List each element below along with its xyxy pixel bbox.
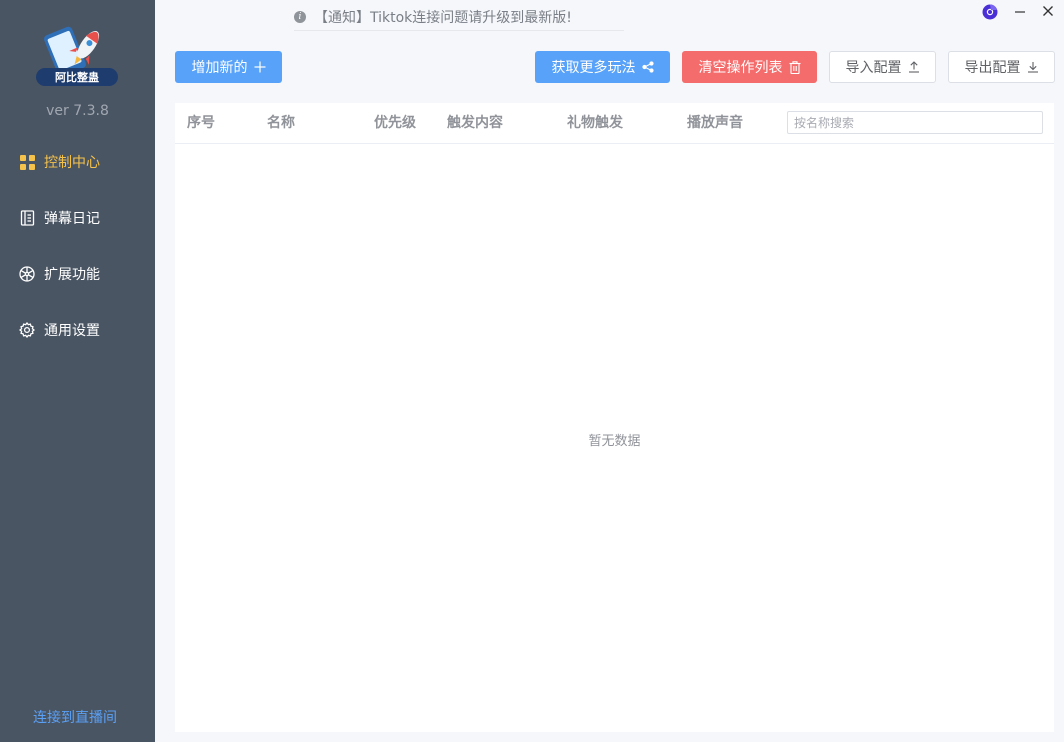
close-button[interactable]	[1040, 2, 1056, 20]
sidebar-item-danmaku-log[interactable]: 弹幕日记	[0, 198, 155, 238]
sidebar-item-label: 弹幕日记	[44, 211, 100, 227]
sidebar-item-label: 扩展功能	[44, 267, 100, 283]
connect-live-room-link[interactable]: 连接到直播间	[0, 707, 150, 727]
column-header-priority: 优先级	[374, 115, 416, 131]
sidebar: 阿比整蛊 ver 7.3.8 控制中心 弹幕日记 扩展功能 通用设置 连接到直播…	[0, 0, 155, 742]
import-config-button[interactable]: 导入配置	[829, 51, 936, 83]
export-config-label: 导出配置	[964, 60, 1021, 76]
table-header: 序号 名称 优先级 触发内容 礼物触发 播放声音	[175, 103, 1054, 144]
empty-state-text: 暂无数据	[588, 434, 641, 449]
trash-icon	[789, 60, 801, 74]
share-icon	[641, 61, 654, 73]
version-label: ver 7.3.8	[46, 103, 109, 119]
get-more-label: 获取更多玩法	[551, 60, 636, 76]
column-header-index: 序号	[187, 115, 215, 131]
notebook-icon	[19, 210, 35, 226]
config-table: 序号 名称 优先级 触发内容 礼物触发 播放声音 暂无数据	[175, 103, 1054, 732]
import-config-label: 导入配置	[845, 60, 902, 76]
column-header-play-sound: 播放声音	[687, 115, 743, 131]
notice-bar: i 【通知】Tiktok连接问题请升级到最新版!	[294, 3, 624, 31]
gear-icon	[19, 322, 35, 338]
download-icon	[1027, 61, 1039, 73]
sidebar-item-extensions[interactable]: 扩展功能	[0, 254, 155, 294]
column-header-trigger-content: 触发内容	[447, 115, 503, 131]
info-icon: i	[294, 10, 306, 23]
add-new-label: 增加新的	[191, 60, 248, 76]
wheel-icon	[19, 266, 35, 282]
clear-list-button[interactable]: 清空操作列表	[682, 51, 817, 83]
app-logo: 阿比整蛊	[34, 20, 120, 92]
search-input[interactable]	[787, 111, 1043, 134]
add-new-button[interactable]: 增加新的	[175, 51, 282, 83]
svg-text:阿比整蛊: 阿比整蛊	[55, 70, 99, 84]
sidebar-item-general-settings[interactable]: 通用设置	[0, 310, 155, 350]
notice-text: 【通知】Tiktok连接问题请升级到最新版!	[314, 9, 572, 26]
column-header-name: 名称	[267, 115, 295, 131]
sidebar-item-label: 控制中心	[44, 155, 100, 171]
plus-icon	[254, 61, 266, 73]
column-header-gift-trigger: 礼物触发	[567, 115, 623, 131]
grid-icon	[19, 154, 35, 170]
upload-icon	[908, 61, 920, 73]
browser-icon[interactable]	[981, 3, 999, 21]
get-more-button[interactable]: 获取更多玩法	[535, 51, 670, 83]
sidebar-item-control-center[interactable]: 控制中心	[0, 142, 155, 182]
clear-list-label: 清空操作列表	[698, 60, 783, 76]
export-config-button[interactable]: 导出配置	[948, 51, 1055, 83]
sidebar-item-label: 通用设置	[44, 323, 100, 339]
minimize-button[interactable]	[1012, 2, 1028, 20]
